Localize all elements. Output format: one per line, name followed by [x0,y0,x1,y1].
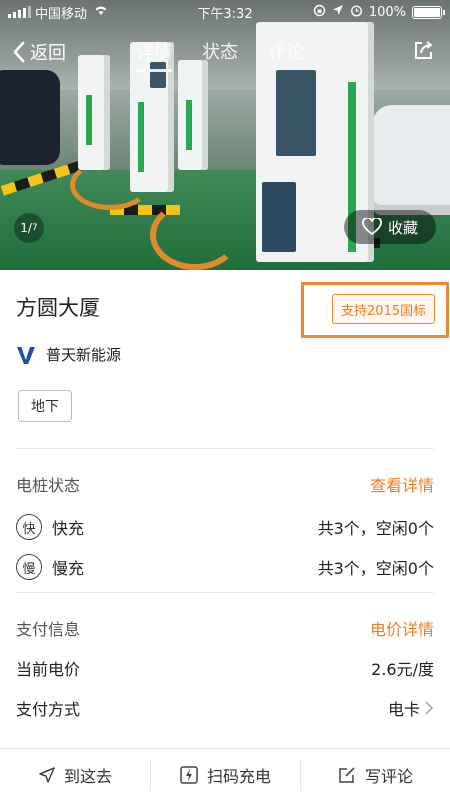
battery-icon [412,5,445,19]
heart-icon [362,218,382,236]
carrier-name: 中国移动 [35,6,88,22]
operator-name: 普天新能源 [46,346,122,364]
location-arrow-icon [332,4,344,20]
divider [16,592,434,593]
scan-charge-label: 扫码充电 [206,766,271,786]
status-bar: 中国移动 下午3:32 100% [0,0,450,24]
chevron-left-icon [13,41,25,63]
tab-status[interactable]: 状态 [202,38,238,72]
payment-title: 支付信息 [16,620,81,639]
chevron-right-icon [425,701,434,715]
battery-percent: 100% [368,4,406,20]
price-details-link[interactable]: 电价详情 [370,616,434,640]
tab-reviews[interactable]: 评论 [268,38,304,72]
write-review-button[interactable]: 写评论 [300,749,450,800]
orientation-lock-icon [313,4,326,21]
fast-charge-row: 快 快充 共3个，空闲0个 [16,514,434,540]
payment-method-value: 电卡 [387,700,420,719]
price-row: 当前电价 2.6元/度 [16,656,434,680]
wifi-icon [93,4,109,20]
back-label: 返回 [30,43,66,64]
write-review-label: 写评论 [364,766,413,786]
signal-icon [8,6,31,18]
slow-charge-icon: 慢 [16,554,42,580]
divider [16,448,434,449]
pile-status-title: 电桩状态 [16,476,81,495]
alarm-icon [350,4,363,21]
bottom-action-bar: 到这去 扫码充电 写评论 [0,748,450,800]
slow-charge-row: 慢 慢充 共3个，空闲0个 [16,554,434,580]
favorite-label: 收藏 [387,218,418,237]
photo-pager: 1/7 [14,213,44,243]
operator-logo-icon [17,346,35,364]
price-label: 当前电价 [16,660,81,679]
nav-bar: 返回 详情 状态 评论 [0,30,450,74]
fast-charge-label: 快充 [52,519,85,538]
payment-method-label: 支付方式 [16,700,81,719]
favorite-button[interactable]: 收藏 [344,210,436,244]
navigation-arrow-icon [39,766,55,783]
station-name: 方圆大厦 [16,296,100,320]
pile-status-header: 电桩状态 查看详情 [16,472,434,496]
share-icon [415,41,432,59]
edit-icon [339,766,355,783]
location-tag: 地下 [18,390,72,422]
scan-charge-button[interactable]: 扫码充电 [150,749,300,800]
operator[interactable]: 普天新能源 [16,344,121,365]
price-value: 2.6元/度 [371,660,434,679]
fast-charge-icon: 快 [16,514,42,540]
payment-method-row[interactable]: 支付方式 电卡 [16,696,434,720]
tab-details[interactable]: 详情 [136,38,172,72]
scan-icon [180,765,198,784]
detail-tabs: 详情 状态 评论 [136,38,304,72]
slow-charge-label: 慢充 [52,559,85,578]
view-details-link[interactable]: 查看详情 [370,472,434,496]
pager-total: 7 [31,223,38,233]
share-button[interactable] [412,38,436,66]
fast-charge-count: 共3个，空闲0个 [317,519,434,538]
slow-charge-count: 共3个，空闲0个 [317,559,434,578]
standard-badge: 支持2015国标 [332,294,436,324]
navigate-label: 到这去 [63,766,112,786]
navigate-button[interactable]: 到这去 [0,749,150,800]
pager-current: 1 [20,221,28,235]
station-detail-screen: 中国移动 下午3:32 100% 返回 详情 状态 评论 1 / 7 收藏 方圆… [0,0,450,800]
back-button[interactable]: 返回 [12,39,66,65]
payment-header: 支付信息 电价详情 [16,616,434,640]
